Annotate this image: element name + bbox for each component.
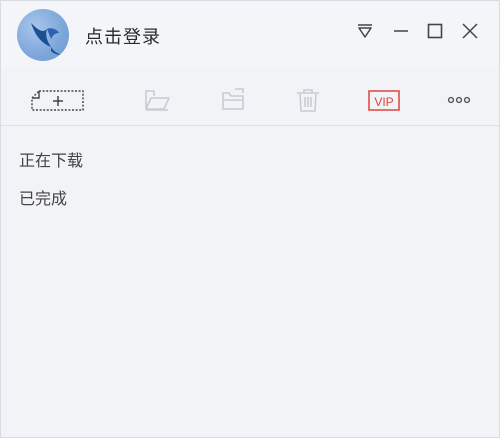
- dropdown-triangle-icon: [358, 24, 372, 38]
- toolbar-divider: [1, 125, 499, 126]
- more-icon: [447, 96, 471, 104]
- new-task-button[interactable]: [29, 83, 85, 117]
- minimize-button[interactable]: [387, 17, 415, 45]
- close-button[interactable]: [456, 17, 484, 45]
- login-link[interactable]: 点击登录: [85, 23, 161, 49]
- title-bar: 点击登录: [1, 1, 499, 67]
- avatar[interactable]: [17, 9, 69, 61]
- menu-button[interactable]: [351, 17, 379, 45]
- open-file-button[interactable]: [205, 83, 261, 117]
- delete-button[interactable]: [280, 83, 336, 117]
- more-button[interactable]: [431, 83, 487, 117]
- bird-logo-icon: [31, 23, 61, 55]
- trash-icon: [297, 89, 319, 112]
- vip-button[interactable]: VIP: [356, 83, 412, 117]
- folder-icon: [145, 90, 170, 111]
- close-icon: [462, 23, 478, 39]
- open-folder-button[interactable]: [129, 83, 185, 117]
- open-file-icon: [222, 88, 244, 110]
- vip-icon: VIP: [368, 90, 400, 111]
- nav-item-downloading[interactable]: 正在下载: [19, 147, 83, 171]
- nav-item-completed[interactable]: 已完成: [19, 185, 67, 209]
- maximize-icon: [427, 23, 443, 39]
- minimize-icon: [394, 30, 408, 32]
- maximize-button[interactable]: [421, 17, 449, 45]
- new-task-icon: [31, 90, 84, 111]
- toolbar: VIP: [1, 75, 499, 123]
- app-window: 点击登录 VIP 正在下载 已完成: [0, 0, 500, 438]
- vip-label: VIP: [374, 95, 393, 109]
